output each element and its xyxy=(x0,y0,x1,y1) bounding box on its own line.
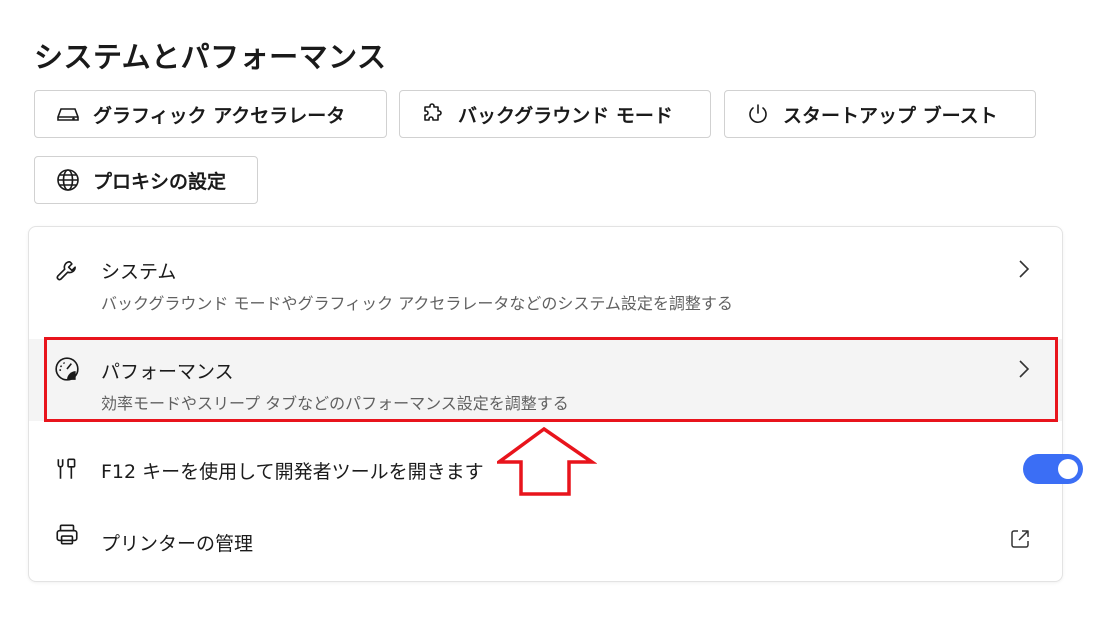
external-link-icon xyxy=(1008,527,1032,551)
proxy-settings-button[interactable]: プロキシの設定 xyxy=(34,156,258,204)
startup-boost-button[interactable]: スタートアップ ブースト xyxy=(724,90,1036,138)
performance-gauge-icon xyxy=(53,355,81,383)
graphics-acceleration-button[interactable]: グラフィック アクセラレータ xyxy=(34,90,387,138)
chevron-right-icon xyxy=(1016,357,1032,381)
toggle-knob xyxy=(1058,459,1078,479)
drive-icon xyxy=(55,101,81,127)
chevron-right-icon xyxy=(1016,257,1032,281)
performance-description: 効率モードやスリープ タブなどのパフォーマンス設定を調整する xyxy=(101,394,569,413)
wrench-icon xyxy=(53,257,81,285)
devtools-toggle[interactable] xyxy=(1023,454,1083,484)
startup-boost-label: スタートアップ ブースト xyxy=(783,104,998,127)
power-icon xyxy=(745,101,771,127)
printers-title: プリンターの管理 xyxy=(101,533,254,555)
setting-row-system[interactable]: システム バックグラウンド モードやグラフィック アクセラレータなどのシステム設… xyxy=(29,237,1062,329)
puzzle-icon xyxy=(420,101,446,127)
system-title: システム xyxy=(101,261,177,283)
settings-card: システム バックグラウンド モードやグラフィック アクセラレータなどのシステム設… xyxy=(28,226,1063,582)
background-mode-button[interactable]: バックグラウンド モード xyxy=(399,90,711,138)
performance-title: パフォーマンス xyxy=(101,361,234,383)
proxy-settings-label: プロキシの設定 xyxy=(93,170,227,193)
devtools-title: F12 キーを使用して開発者ツールを開きます xyxy=(101,461,484,483)
printer-icon xyxy=(53,521,81,549)
setting-row-printers[interactable]: プリンターの管理 xyxy=(29,511,1062,571)
page-title: システムとパフォーマンス xyxy=(34,40,387,74)
graphics-acceleration-label: グラフィック アクセラレータ xyxy=(93,104,346,127)
system-description: バックグラウンド モードやグラフィック アクセラレータなどのシステム設定を調整す… xyxy=(101,294,733,313)
annotation-up-arrow-icon xyxy=(497,426,597,496)
setting-row-performance[interactable]: パフォーマンス 効率モードやスリープ タブなどのパフォーマンス設定を調整する xyxy=(29,339,1062,421)
globe-icon xyxy=(55,167,81,193)
background-mode-label: バックグラウンド モード xyxy=(458,104,673,127)
tools-icon xyxy=(53,455,81,483)
